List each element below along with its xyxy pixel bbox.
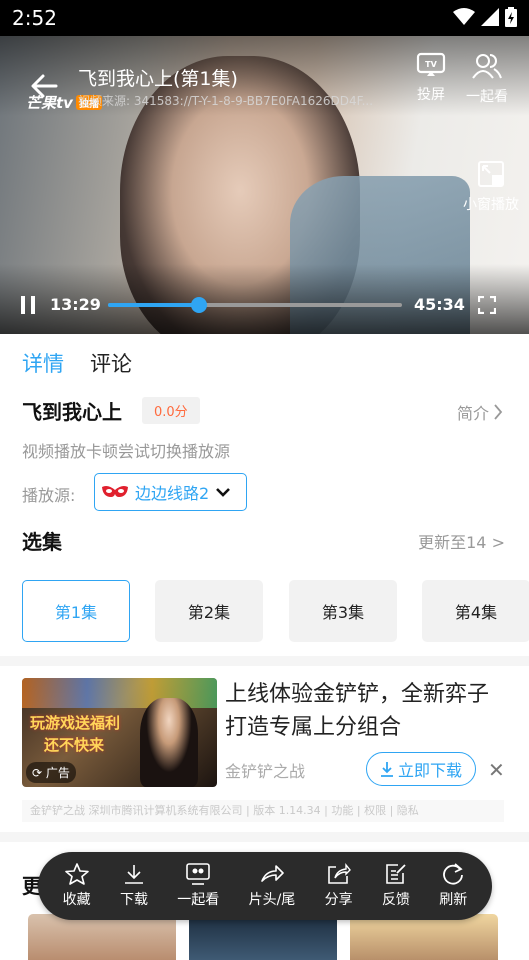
source-label: 播放源: (22, 486, 76, 505)
pip-icon (478, 161, 504, 187)
refresh-icon (443, 863, 464, 885)
watch-together-toolbar-button[interactable]: 一起看 (177, 863, 219, 909)
watch-together-icon (186, 863, 211, 885)
tv-cast-icon: TV (416, 52, 446, 76)
episode-button-2[interactable]: 第2集 (155, 580, 263, 642)
people-icon (472, 54, 502, 79)
ad-footer: 金铲铲之战 深圳市腾讯计算机系统有限公司 | 版本 1.14.34 | 功能 |… (22, 800, 504, 822)
skip-icon (261, 865, 284, 882)
ad-title[interactable]: 上线体验金铲铲，全新弈子打造专属上分组合 (225, 678, 505, 744)
download-button[interactable]: 下载 (120, 863, 148, 909)
download-icon (124, 865, 143, 884)
source-dropdown[interactable]: 边边线路2 (94, 473, 247, 511)
pause-icon[interactable] (20, 296, 36, 314)
svg-text:TV: TV (425, 60, 437, 69)
ad-image[interactable]: 玩游戏送福利 还不快来 ⟳ 广告 (22, 678, 217, 787)
battery-icon (505, 7, 517, 27)
section-divider (0, 832, 529, 842)
total-time: 45:34 (414, 295, 465, 314)
ad-download-button[interactable]: 立即下载 (366, 752, 476, 786)
playback-controls: 13:29 45:34 (0, 290, 529, 320)
feedback-button[interactable]: 反馈 (382, 863, 410, 909)
status-bar: 2:52 (0, 0, 529, 36)
chevron-right-icon (494, 404, 503, 420)
recommend-thumb[interactable] (28, 914, 176, 960)
mask-icon (102, 486, 128, 497)
watch-together-button[interactable]: 一起看 (466, 52, 508, 106)
recommend-thumb[interactable] (189, 914, 337, 960)
episodes-update-link[interactable]: 更新至14 > (418, 529, 505, 553)
episode-button-4[interactable]: 第4集 (422, 580, 529, 642)
mini-window-button[interactable]: 小窗播放 (463, 160, 519, 214)
star-icon (64, 863, 89, 885)
video-source-text: 视频来源: 341583://T-Y-1-8-9-BB7E0FA1626DD4F… (78, 94, 374, 108)
episode-button-3[interactable]: 第3集 (289, 580, 397, 642)
section-divider (0, 656, 529, 666)
chevron-down-icon (216, 488, 231, 497)
ad-card[interactable]: 玩游戏送福利 还不快来 ⟳ 广告 上线体验金铲铲，全新弈子打造专属上分组合 金铲… (22, 678, 529, 822)
floating-toolbar: 收藏 下载 一起看 片头/尾 分享 反馈 刷新 (38, 852, 492, 920)
video-title: 飞到我心上(第1集) (78, 68, 238, 90)
episodes-heading: 选集 (22, 530, 62, 554)
feedback-icon (386, 864, 406, 884)
tab-details[interactable]: 详情 (22, 348, 64, 378)
progress-fill (108, 303, 200, 307)
episode-button-1[interactable]: 第1集 (22, 580, 130, 642)
recommend-list (28, 914, 529, 960)
progress-handle[interactable] (191, 297, 208, 313)
ad-tag: ⟳ 广告 (26, 762, 76, 783)
intro-link[interactable]: 简介 (457, 400, 503, 424)
chevron-right-icon: > (491, 533, 505, 552)
close-icon[interactable]: ✕ (488, 758, 505, 782)
wifi-icon (453, 8, 475, 25)
progress-bar[interactable] (108, 297, 402, 313)
status-icons (453, 7, 517, 27)
share-button[interactable]: 分享 (325, 863, 353, 909)
status-time: 2:52 (12, 6, 57, 30)
refresh-button[interactable]: 刷新 (439, 863, 467, 909)
current-time: 13:29 (50, 295, 101, 314)
cast-button[interactable]: TV 投屏 (416, 52, 446, 104)
favorite-button[interactable]: 收藏 (63, 863, 91, 909)
download-icon (380, 762, 393, 777)
show-name: 飞到我心上 (22, 400, 122, 424)
skip-intro-outro-button[interactable]: 片头/尾 (249, 863, 295, 909)
playback-hint: 视频播放卡顿尝试切换播放源 (22, 442, 231, 461)
video-player[interactable]: 芒果tv 独播 飞到我心上(第1集) 视频来源: 341583://T-Y-1-… (0, 36, 529, 334)
tab-comments[interactable]: 评论 (90, 348, 132, 378)
recommend-thumb[interactable] (350, 914, 498, 960)
ad-brand: 金铲铲之战 (225, 762, 306, 781)
signal-icon (481, 8, 499, 26)
episode-list: 第1集 第2集 第3集 第4集 (22, 580, 529, 642)
detail-tabs: 详情 评论 (22, 348, 132, 378)
share-icon (327, 863, 351, 884)
fullscreen-icon[interactable] (478, 296, 496, 314)
score-badge: 0.0分 (142, 397, 200, 424)
